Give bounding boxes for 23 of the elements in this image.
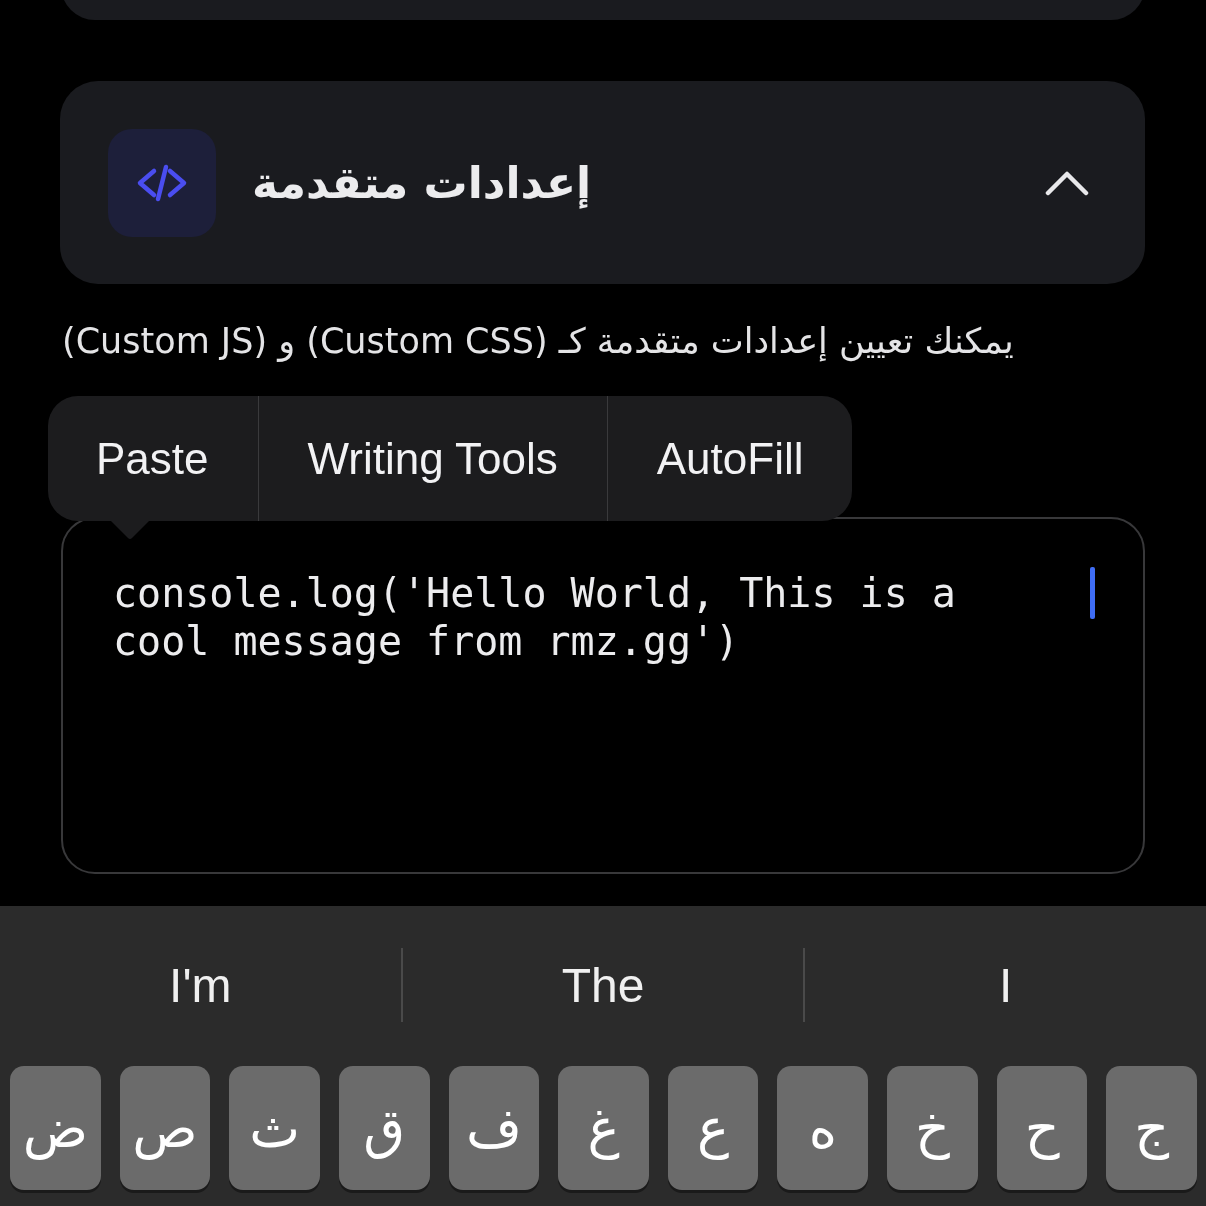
- text-cursor: [1090, 567, 1095, 619]
- chevron-up-icon[interactable]: [1045, 169, 1089, 196]
- key[interactable]: غ: [558, 1066, 649, 1190]
- key[interactable]: ج: [1106, 1066, 1198, 1190]
- key[interactable]: ص: [119, 1066, 211, 1190]
- suggestion[interactable]: I'm: [0, 945, 401, 1025]
- key[interactable]: ف: [448, 1066, 540, 1190]
- code-text: console.log('Hello World, This is a cool message from rmz.gg'): [113, 569, 957, 665]
- suggestion[interactable]: The: [402, 945, 804, 1025]
- key[interactable]: ث: [229, 1066, 320, 1190]
- section-title: إعدادات متقدمة: [252, 157, 593, 208]
- key[interactable]: ع: [667, 1066, 759, 1190]
- key[interactable]: ه: [777, 1066, 869, 1190]
- key[interactable]: ح: [996, 1066, 1088, 1190]
- key[interactable]: ق: [338, 1066, 430, 1190]
- description-text: يمكنك تعيين إعدادات متقدمة كـ (Custom CSS) و (Custom JS): [62, 320, 1015, 364]
- code-field[interactable]: console.log('Hello World, This is a cool message from rmz.gg'): [61, 517, 1145, 874]
- code-icon: [108, 128, 216, 237]
- section-header[interactable]: إعدادات متقدمة: [60, 81, 1145, 284]
- key[interactable]: ض: [10, 1066, 101, 1190]
- key[interactable]: خ: [887, 1066, 978, 1190]
- suggestion[interactable]: I: [805, 945, 1206, 1025]
- menu-item[interactable]: Writing Tools: [258, 396, 607, 521]
